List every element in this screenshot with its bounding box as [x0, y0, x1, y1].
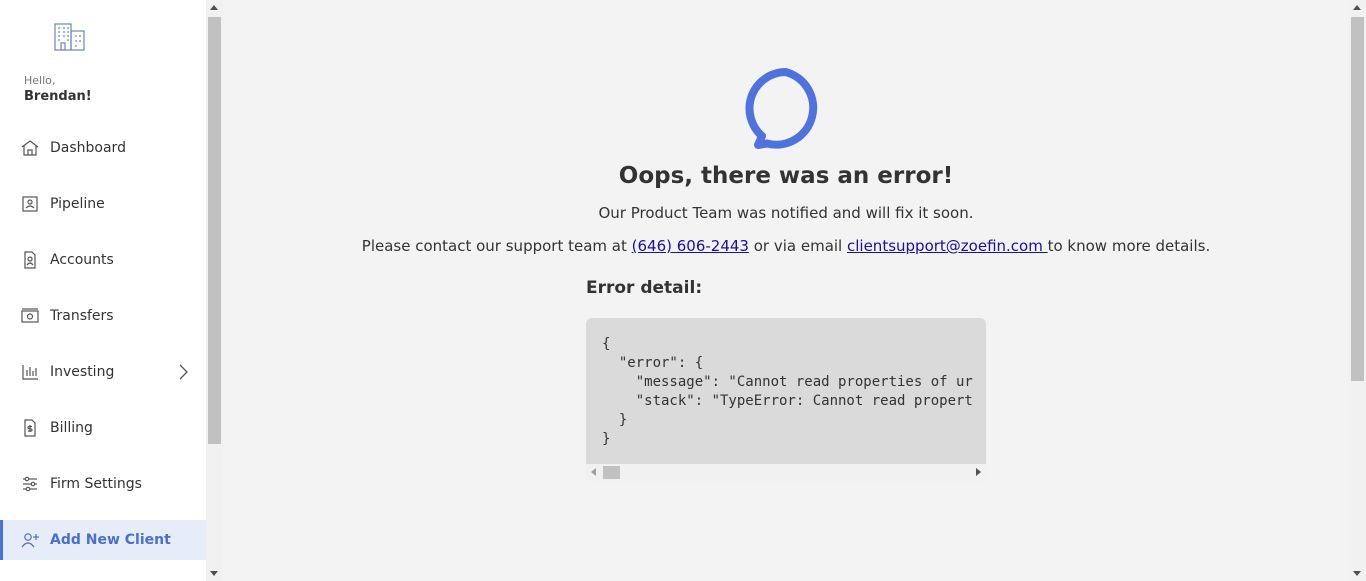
invoice-icon	[24, 419, 36, 437]
sidebar-scrollbar[interactable]	[206, 0, 223, 581]
sidebar-item-label: Transfers	[50, 308, 114, 324]
sidebar-item-firm-settings[interactable]: Firm Settings	[0, 464, 206, 504]
sidebar-scroll-thumb[interactable]	[208, 17, 221, 444]
sidebar-item-add-new-client[interactable]: Add New Client	[0, 520, 206, 560]
sidebar-item-label: Pipeline	[50, 196, 105, 212]
contact-suffix: to know more details.	[1047, 237, 1211, 255]
error-code-text: { "error": { "message": "Cannot read pro…	[602, 336, 973, 447]
money-icon	[21, 308, 39, 323]
scroll-down-arrow-icon[interactable]	[210, 571, 218, 576]
sidebar-item-billing[interactable]: Billing	[0, 408, 206, 448]
sidebar-item-label: Dashboard	[50, 140, 126, 156]
greeting-text: Hello,	[24, 74, 56, 87]
sidebar-item-dashboard[interactable]: Dashboard	[0, 128, 206, 168]
scroll-up-arrow-icon[interactable]	[210, 5, 218, 10]
contact-line: Please contact our support team at (646)…	[223, 237, 1349, 255]
add-user-icon	[21, 533, 39, 548]
sliders-icon	[23, 476, 37, 492]
contact-prefix: Please contact our support team at	[361, 237, 632, 255]
sidebar-item-label: Firm Settings	[50, 476, 142, 492]
page-scrollbar[interactable]	[1349, 0, 1366, 581]
chevron-right-icon[interactable]	[176, 363, 190, 381]
home-icon	[21, 140, 39, 156]
contact-middle: or via email	[748, 237, 847, 255]
support-phone-link[interactable]: (646) 606-2443	[632, 237, 749, 255]
code-horizontal-scrollbar[interactable]	[586, 464, 986, 481]
building-logo-icon[interactable]	[53, 22, 87, 52]
sidebar-item-investing[interactable]: Investing	[0, 352, 206, 392]
code-scroll-thumb[interactable]	[603, 466, 620, 479]
user-name: Brendan!	[24, 89, 92, 104]
sidebar-item-label: Accounts	[50, 252, 114, 268]
chart-icon	[22, 365, 38, 380]
scroll-up-arrow-icon[interactable]	[1353, 5, 1361, 10]
page-scroll-thumb[interactable]	[1351, 17, 1364, 381]
scroll-down-arrow-icon[interactable]	[1353, 571, 1361, 576]
scroll-left-arrow-icon[interactable]	[591, 468, 596, 476]
document-user-icon	[24, 251, 36, 269]
scroll-right-arrow-icon[interactable]	[976, 468, 981, 476]
sidebar-item-label: Billing	[50, 420, 93, 436]
error-title: Oops, there was an error!	[618, 163, 954, 189]
id-card-icon	[22, 196, 38, 212]
sidebar-item-accounts[interactable]: Accounts	[0, 240, 206, 280]
support-email-link[interactable]: clientsupport@zoefin.com	[847, 237, 1048, 255]
error-detail-title: Error detail:	[586, 278, 703, 298]
sidebar-item-transfers[interactable]: Transfers	[0, 296, 206, 336]
sidebar-item-label: Investing	[50, 364, 115, 380]
error-page: Oops, there was an error! Our Product Te…	[223, 0, 1349, 581]
sidebar-item-label: Add New Client	[50, 532, 171, 548]
error-subtitle: Our Product Team was notified and will f…	[598, 204, 974, 222]
error-code-block[interactable]: { "error": { "message": "Cannot read pro…	[586, 318, 986, 481]
sidebar: Hello, Brendan! Dashboard Pipeline Accou…	[0, 0, 206, 581]
sidebar-item-pipeline[interactable]: Pipeline	[0, 184, 206, 224]
chat-bubble-icon	[745, 68, 818, 149]
